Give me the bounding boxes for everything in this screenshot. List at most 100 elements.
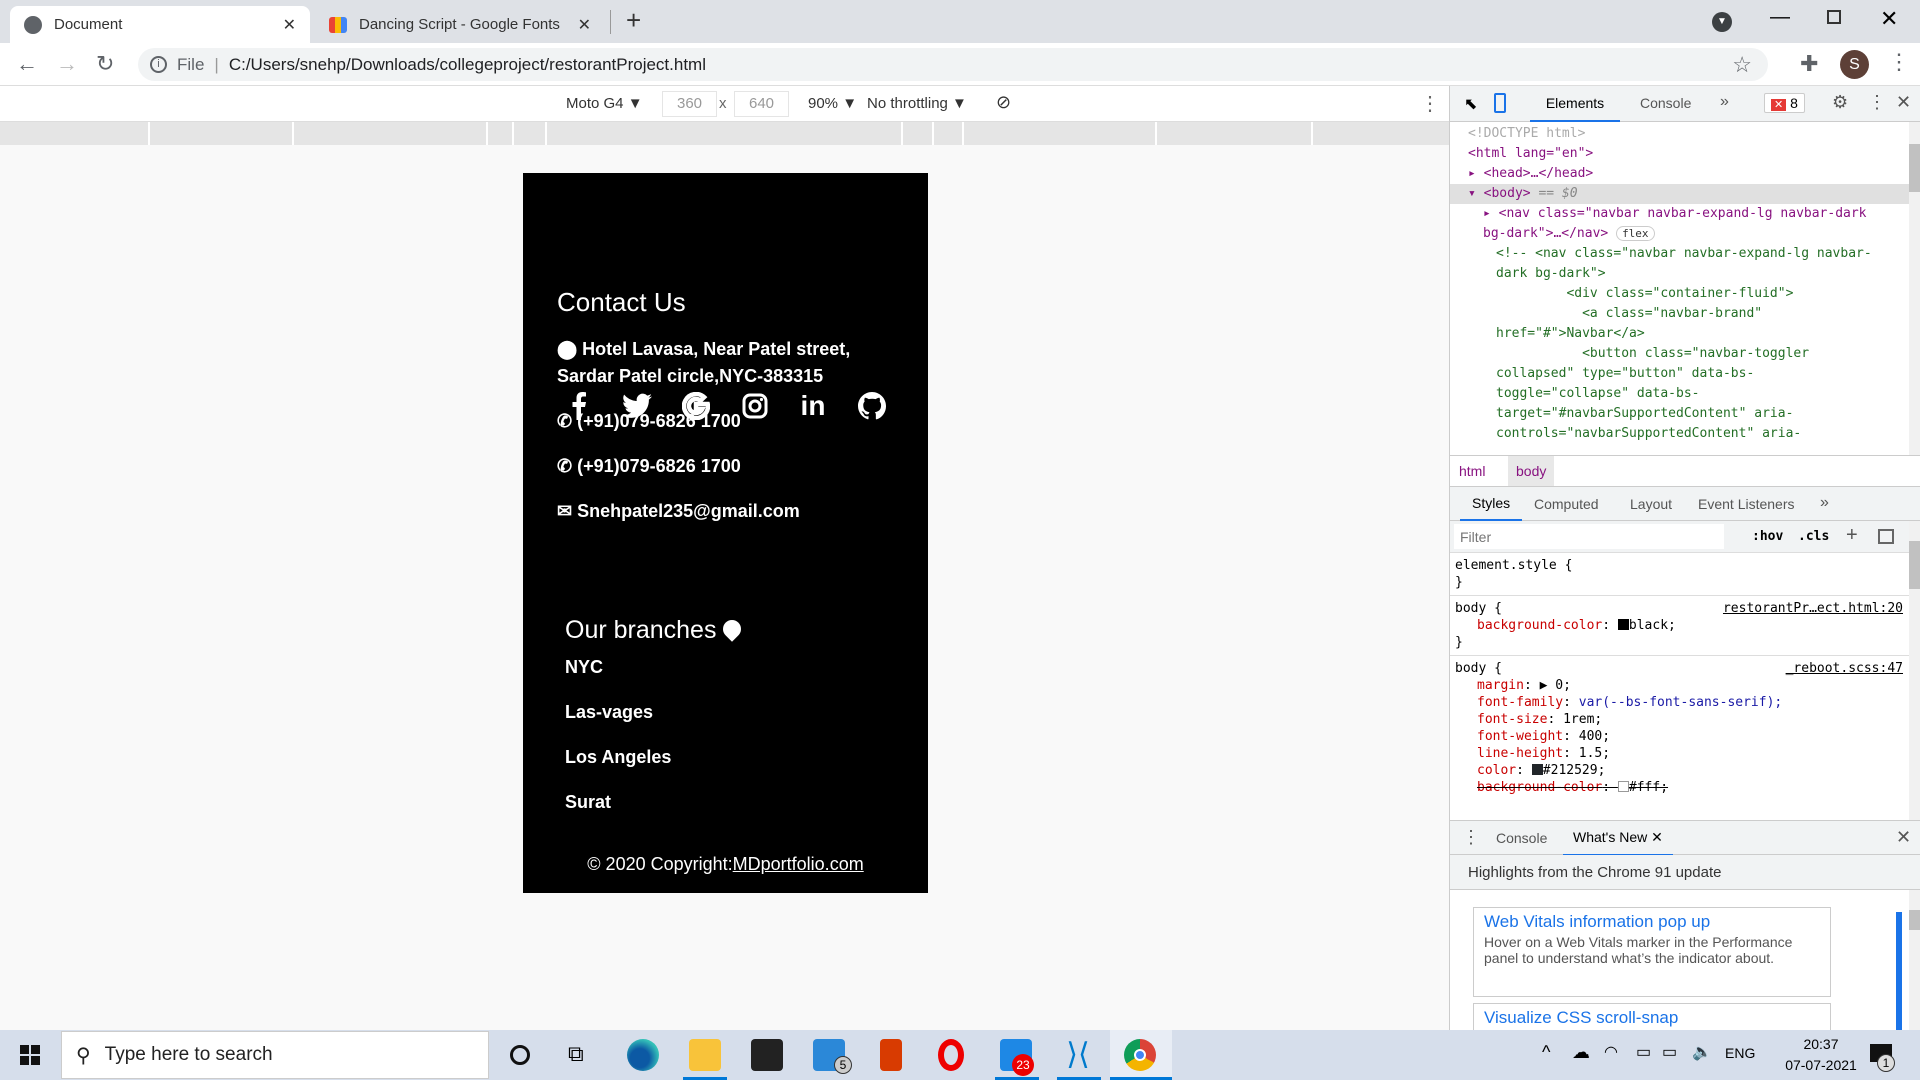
styles-scrollbar[interactable] [1909, 521, 1920, 820]
close-tab-icon[interactable]: ✕ [578, 15, 591, 35]
tab-event-listeners[interactable]: Event Listeners [1698, 496, 1795, 512]
css-property[interactable]: color [1477, 763, 1516, 778]
reload-icon[interactable]: ↻ [96, 51, 114, 77]
rotate-icon[interactable]: ⊘ [996, 92, 1011, 113]
extensions-icon[interactable]: ✚ [1800, 51, 1818, 77]
instagram-icon[interactable] [738, 389, 772, 423]
whats-new-card[interactable]: Web Vitals information pop up Hover on a… [1473, 907, 1831, 997]
color-swatch[interactable] [1617, 619, 1629, 630]
dom-body-selected[interactable]: ▾ <body> == $0 [1450, 184, 1909, 204]
zoom-select[interactable]: 90% ▼ [808, 95, 857, 112]
rule-source-link[interactable]: restorantPr…ect.html:20 [1723, 600, 1903, 617]
file-explorer-icon[interactable] [689, 1039, 721, 1071]
flex-badge[interactable]: flex [1616, 226, 1655, 241]
more-tabs-icon[interactable]: » [1720, 93, 1729, 111]
vscode-icon[interactable]: ⟩⟨ [1062, 1039, 1094, 1071]
css-value[interactable]: 1rem; [1563, 712, 1602, 727]
show-hidden-icons[interactable]: ^ [1542, 1042, 1550, 1063]
device-select[interactable]: Moto G4 ▼ [566, 95, 643, 112]
css-value[interactable]: var(--bs-font-sans-serif); [1579, 695, 1783, 710]
microsoft-store-icon[interactable] [751, 1039, 783, 1071]
more-options-icon[interactable]: ⋮ [1420, 91, 1440, 116]
volume-icon[interactable]: 🔈 [1692, 1042, 1712, 1062]
css-property[interactable]: font-weight [1477, 729, 1563, 744]
toggle-sidebar-icon[interactable] [1878, 529, 1894, 544]
css-value[interactable]: #212529; [1543, 763, 1606, 778]
language-indicator[interactable]: ENG [1725, 1045, 1755, 1061]
dom-nav[interactable]: ▸ <nav class="navbar navbar-expand-lg na… [1450, 204, 1909, 224]
hov-toggle[interactable]: :hov [1752, 527, 1783, 547]
profile-avatar[interactable]: S [1840, 50, 1869, 79]
styles-filter-input[interactable] [1454, 524, 1724, 549]
clock[interactable]: 20:37 07-07-2021 [1776, 1034, 1866, 1076]
close-drawer-icon[interactable]: ✕ [1896, 827, 1911, 848]
wifi-icon[interactable]: ◠ [1604, 1042, 1618, 1062]
github-icon[interactable] [855, 389, 889, 423]
taskbar-search[interactable]: ⚲ Type here to search [61, 1031, 489, 1079]
cls-toggle[interactable]: .cls [1798, 527, 1829, 547]
tab-search-icon[interactable]: ▼ [1712, 12, 1732, 32]
restore-icon[interactable] [1827, 10, 1841, 24]
onedrive-icon[interactable]: ☁ [1572, 1042, 1590, 1063]
inspect-element-icon[interactable]: ⬉ [1464, 94, 1477, 114]
bookmark-star-icon[interactable]: ☆ [1732, 52, 1752, 78]
tab-google-fonts[interactable]: Dancing Script - Google Fonts ✕ [315, 6, 605, 43]
opera-icon[interactable] [938, 1039, 964, 1071]
close-window-icon[interactable]: ✕ [1880, 6, 1898, 32]
color-swatch[interactable] [1531, 764, 1543, 775]
forward-icon[interactable]: → [56, 51, 78, 77]
tab-elements[interactable]: Elements [1530, 86, 1620, 122]
css-property[interactable]: font-size [1477, 712, 1547, 727]
cortana-icon[interactable] [510, 1045, 530, 1065]
copyright-link[interactable]: MDportfolio.com [733, 854, 864, 874]
close-drawer-tab-icon[interactable]: ✕ [1651, 829, 1663, 845]
dom-tree[interactable]: <!DOCTYPE html> <html lang="en"> ▸ <head… [1450, 122, 1909, 455]
dom-scrollbar[interactable] [1909, 122, 1920, 455]
css-property[interactable]: margin [1477, 678, 1524, 693]
tab-console[interactable]: Console [1640, 95, 1691, 111]
windows-start-icon[interactable] [20, 1045, 40, 1065]
tab-layout[interactable]: Layout [1630, 496, 1672, 512]
css-value[interactable]: 1.5; [1579, 746, 1610, 761]
css-property[interactable]: background-color [1477, 618, 1602, 633]
meet-now-icon[interactable]: ▭ [1636, 1042, 1651, 1062]
close-tab-icon[interactable]: ✕ [283, 15, 296, 35]
css-property[interactable]: font-family [1477, 695, 1563, 710]
chrome-menu-icon[interactable]: ⋮ [1888, 49, 1910, 75]
height-input[interactable]: 640 [734, 91, 789, 117]
task-view-icon[interactable]: ⧉ [568, 1041, 584, 1067]
new-style-rule-button[interactable]: + [1846, 524, 1858, 547]
linkedin-icon[interactable]: in [796, 389, 830, 423]
width-input[interactable]: 360 [662, 91, 717, 117]
drawer-menu-icon[interactable]: ⋮ [1462, 827, 1480, 848]
edge-icon[interactable] [627, 1039, 659, 1071]
more-style-tabs-icon[interactable]: » [1820, 494, 1829, 512]
drawer-tab-console[interactable]: Console [1496, 830, 1547, 846]
new-tab-button[interactable]: + [626, 5, 641, 36]
styles-pane[interactable]: element.style { } body { restorantPr…ect… [1450, 553, 1909, 820]
office-icon[interactable] [880, 1039, 902, 1071]
css-property-overridden[interactable]: background-color [1477, 780, 1602, 795]
drawer-tab-whats-new[interactable]: What's New ✕ [1563, 821, 1673, 856]
color-swatch[interactable] [1617, 781, 1629, 792]
close-devtools-icon[interactable]: ✕ [1896, 92, 1911, 113]
dom-html[interactable]: <html lang="en"> [1450, 144, 1909, 164]
error-badge[interactable]: ✕ 8 [1764, 93, 1805, 113]
media-query-bar[interactable] [0, 122, 1449, 145]
tab-document[interactable]: Document ✕ [10, 6, 310, 43]
css-value[interactable]: 400; [1579, 729, 1610, 744]
tab-computed[interactable]: Computed [1534, 496, 1599, 512]
card-title[interactable]: Web Vitals information pop up [1484, 912, 1820, 932]
dom-head[interactable]: ▸ <head>…</head> [1450, 164, 1909, 184]
dom-nav-cont[interactable]: bg-dark">…</nav> flex [1450, 224, 1909, 244]
drawer-scrollbar[interactable] [1909, 890, 1920, 1030]
tab-styles[interactable]: Styles [1460, 487, 1523, 521]
css-value[interactable]: black; [1629, 618, 1676, 633]
css-value[interactable]: ▶ 0; [1540, 678, 1571, 693]
rule-source-link[interactable]: _reboot.scss:47 [1786, 660, 1903, 677]
breadcrumb-body[interactable]: body [1508, 456, 1555, 486]
throttling-select[interactable]: No throttling ▼ [867, 95, 967, 112]
address-bar[interactable]: i File | C:/Users/snehp/Downloads/colleg… [138, 48, 1768, 81]
whats-new-card[interactable]: Visualize CSS scroll-snap [1473, 1003, 1831, 1033]
battery-icon[interactable]: ▭ [1662, 1042, 1677, 1062]
